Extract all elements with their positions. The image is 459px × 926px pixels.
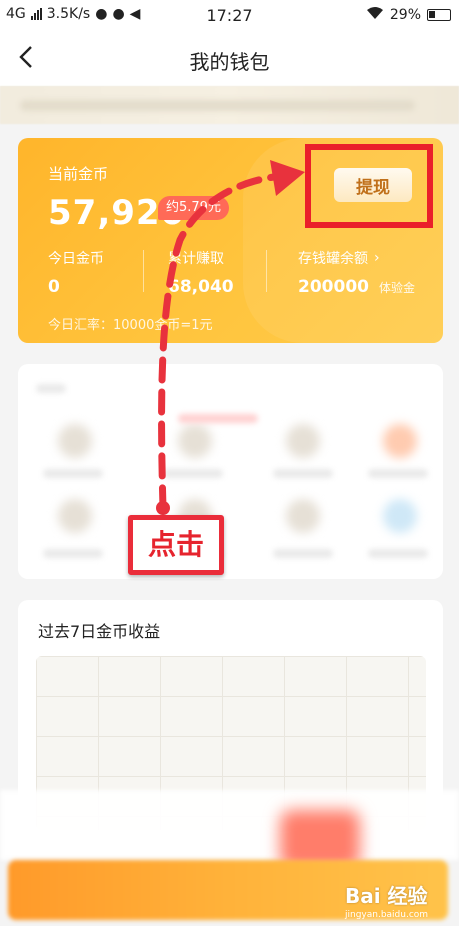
income-title: 过去7日金币收益: [38, 622, 161, 641]
task-grid-card: [18, 364, 443, 579]
task-icon[interactable]: [286, 499, 320, 533]
task-icon[interactable]: [178, 424, 212, 458]
notice-banner[interactable]: [0, 86, 459, 124]
stat-total-earned: 累计赚取 68,040: [168, 251, 234, 297]
stat-piggy-bank[interactable]: 存钱罐余额 › 200000 体验金: [298, 248, 415, 297]
task-icon[interactable]: [383, 424, 417, 458]
stat-divider: [143, 250, 144, 292]
wifi-icon: [366, 6, 384, 24]
stat-divider: [266, 250, 267, 292]
task-icon[interactable]: [286, 424, 320, 458]
nav-bar: 我的钱包: [0, 30, 459, 86]
task-icon[interactable]: [58, 499, 92, 533]
status-bar: 4G 3.5K/s ● ● ◀ 17:27 29%: [0, 0, 459, 30]
task-icon[interactable]: [383, 499, 417, 533]
chevron-right-icon: ›: [374, 250, 380, 266]
task-icon[interactable]: [58, 424, 92, 458]
click-annotation-label: 点击: [128, 515, 224, 575]
baidu-jingyan-watermark: Bai 经验 jingyan.baidu.com: [345, 884, 429, 920]
withdraw-highlight-box: [305, 144, 433, 228]
current-coins-label: 当前金币: [48, 165, 109, 183]
battery-percent: 29%: [389, 7, 421, 23]
exchange-rate-text: 今日汇率：10000金币=1元: [48, 318, 213, 333]
battery-icon: [427, 9, 451, 21]
approx-money-badge: 约5.79元: [158, 196, 229, 220]
bottom-overlay: [0, 790, 459, 860]
stat-today-coins: 今日金币 0: [48, 251, 104, 297]
page-title: 我的钱包: [189, 50, 270, 74]
